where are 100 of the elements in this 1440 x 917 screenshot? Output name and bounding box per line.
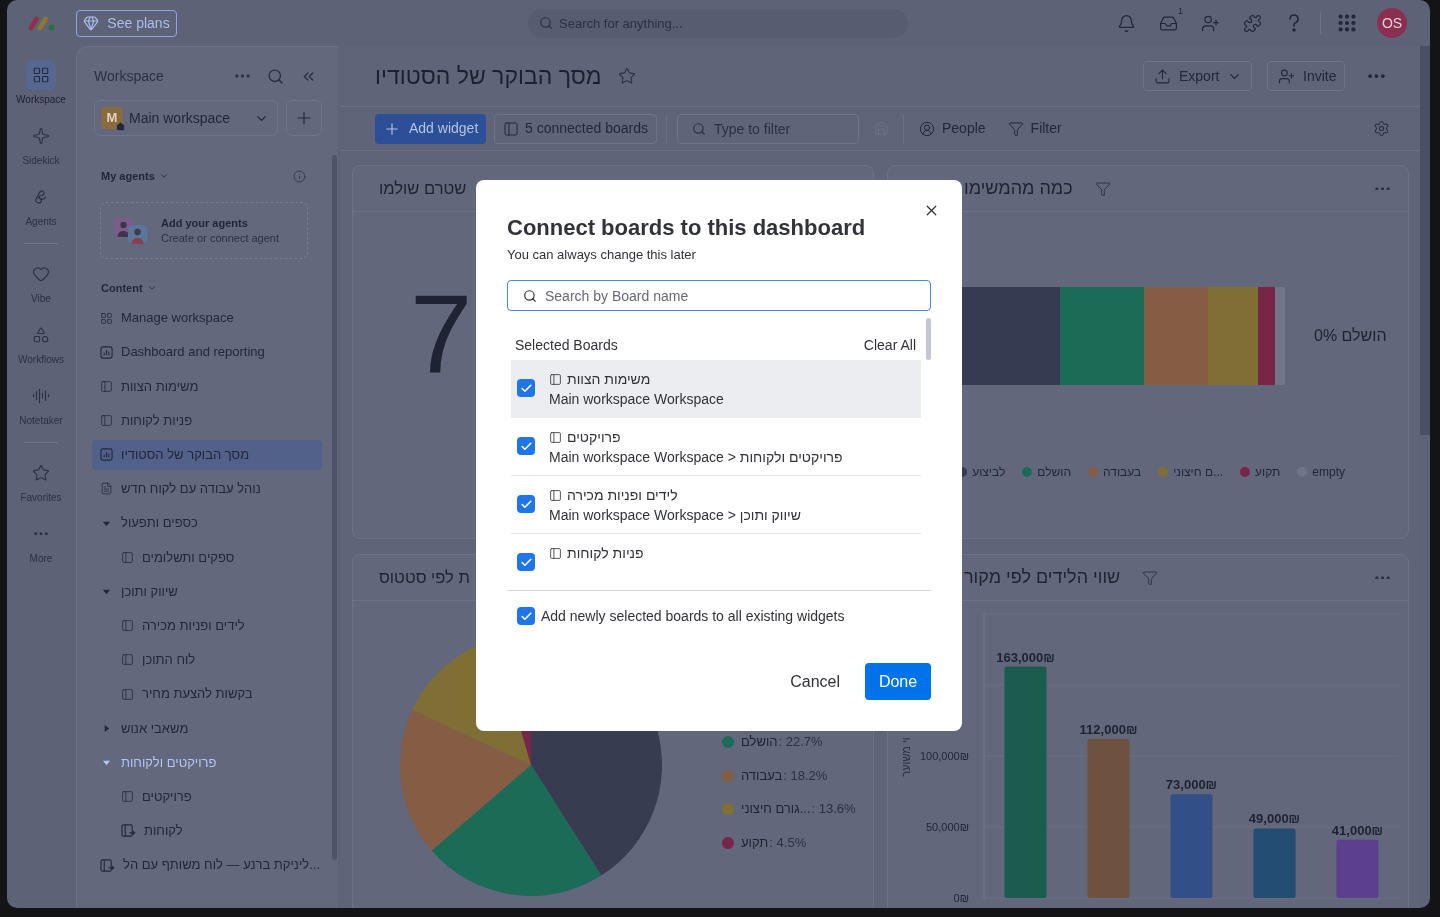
chevron-down-icon — [158, 171, 169, 181]
checkbox[interactable] — [517, 553, 535, 571]
add-widget-button[interactable]: Add widget — [375, 113, 486, 144]
folder-item[interactable]: כספים ותפעול — [92, 508, 322, 539]
heart-icon — [32, 265, 50, 283]
info-button[interactable] — [293, 169, 306, 183]
filter-button[interactable]: Filter — [1002, 118, 1067, 139]
board-icon — [100, 379, 113, 393]
workspace-dropdown[interactable]: M Main workspace — [94, 100, 279, 136]
see-plans-button[interactable]: See plans — [76, 9, 177, 37]
shared-board-icon — [100, 858, 115, 872]
checkmark-icon — [519, 497, 533, 511]
sidebar-item[interactable]: בקשות להצעת מחיר — [92, 679, 322, 710]
inbox-button[interactable]: 1 — [1152, 7, 1184, 39]
connected-boards-button[interactable]: 5 connected boards — [494, 113, 657, 144]
board-path: Main workspace Workspace > פרויקטים ולקוחות — [549, 448, 843, 467]
agents-section-toggle[interactable]: My agents — [101, 167, 169, 185]
board-icon — [121, 790, 134, 804]
puzzle-icon — [1242, 13, 1262, 33]
checkbox[interactable] — [517, 495, 535, 513]
rail-item[interactable]: Workspace — [8, 60, 74, 106]
audio-wave-icon — [32, 387, 50, 405]
logo-icon — [27, 15, 56, 31]
sidebar-item[interactable]: משימות הצוות — [92, 371, 322, 402]
legend-label: empty — [1312, 464, 1345, 481]
widget-menu-button[interactable] — [1375, 575, 1390, 580]
checkmark-icon — [519, 555, 533, 569]
more-icon — [1375, 186, 1390, 191]
widget-title: כמה מהמשימו — [964, 177, 1073, 200]
widget-title: שווי הלידים לפי מקור — [964, 566, 1121, 589]
board-row[interactable]: פניות לקוחות — [511, 534, 921, 575]
legend-label: גורם חיצוני... — [741, 800, 811, 819]
sidebar-item[interactable]: Manage workspace — [92, 303, 322, 333]
list-heading: Selected Boards — [515, 336, 618, 354]
widget-menu-button[interactable] — [1375, 186, 1390, 191]
chart-board-icon — [100, 448, 113, 462]
board-name: פרויקטים — [567, 428, 621, 447]
star-icon — [32, 464, 50, 482]
filter-icon — [1094, 180, 1111, 197]
star-icon — [617, 67, 636, 85]
legend-label: לביצוע — [972, 464, 1006, 481]
user-plus-icon — [1278, 67, 1295, 85]
sidebar-item[interactable]: ליניקת ברנע — לוח משותף עם הל... — [92, 850, 322, 880]
sidebar-item[interactable]: לוח התוכן — [92, 644, 322, 675]
metric-value: 7 — [410, 271, 473, 396]
add-button[interactable] — [286, 100, 322, 136]
chart-board-icon — [100, 345, 113, 359]
folder-item[interactable]: פרויקטים ולקוחות — [92, 747, 322, 778]
checkbox[interactable] — [517, 607, 535, 625]
board-icon — [100, 414, 113, 428]
person-icon — [919, 120, 935, 137]
notification-count: 1 — [1178, 6, 1183, 16]
sidebar-title: Workspace — [94, 66, 164, 86]
bar-value-label: 112,000₪ — [1079, 721, 1138, 737]
legend-value: : 13.6% — [811, 800, 856, 819]
widget-filter-button[interactable] — [1094, 180, 1111, 197]
filter-icon — [1142, 569, 1159, 586]
favorite-button[interactable] — [617, 67, 636, 85]
board-icon — [121, 550, 134, 564]
board-search-field[interactable]: Search by Board name — [507, 280, 931, 311]
export-button[interactable]: Export — [1143, 61, 1252, 91]
board-icon — [503, 120, 519, 137]
sidebar-item[interactable]: ספקים ותשלומים — [92, 542, 322, 573]
cancel-button[interactable]: Cancel — [774, 663, 856, 700]
widget-filter-button[interactable] — [1142, 569, 1159, 586]
board-icon — [121, 653, 134, 667]
sidebar-item[interactable]: לידים ופניות מכירה — [92, 610, 322, 641]
bar-value-label: 41,000₪ — [1331, 822, 1384, 838]
bar — [1253, 828, 1296, 898]
bar — [1336, 839, 1379, 898]
sidebar-item[interactable]: מסך הבוקר של הסטודיו — [92, 439, 322, 470]
folder-item[interactable]: שיווק ותוכן — [92, 576, 322, 607]
done-button[interactable]: Done — [865, 663, 931, 700]
sidebar-item[interactable]: פרויקטים — [92, 781, 322, 812]
board-icon — [549, 546, 562, 560]
legend-label: בעבודה — [741, 766, 783, 785]
user-avatar[interactable]: OS — [1377, 8, 1407, 38]
user-plus-icon — [1200, 13, 1220, 33]
people-button[interactable]: People — [914, 118, 991, 139]
folder-item[interactable]: משאבי אנוש — [92, 713, 322, 744]
checkmark-icon — [519, 439, 533, 453]
legend-label: הושלם — [1037, 464, 1071, 481]
filter-icon — [1007, 120, 1024, 137]
axis-tick-label: 0₪ — [953, 892, 969, 904]
invite-button[interactable]: Invite — [1267, 61, 1345, 91]
agents-card-title: Add your agents — [161, 215, 249, 231]
content-section-toggle[interactable]: Content — [101, 279, 157, 297]
clear-all-link[interactable]: Clear All — [863, 336, 916, 354]
sidebar-item[interactable]: לקוחות — [92, 815, 322, 846]
sidebar-item[interactable]: פניות לקוחות — [92, 405, 322, 436]
board-name: משימות הצוות — [567, 370, 651, 389]
board-row[interactable]: פרויקטים Main workspace Workspace > פרויקטים ולקוחות — [511, 418, 921, 476]
board-icon — [549, 488, 562, 502]
sidebar-item[interactable]: נוהל עבודה עם לקוח חדש — [92, 473, 322, 504]
upload-icon — [1154, 67, 1171, 85]
bell-icon — [1116, 13, 1136, 33]
checkbox[interactable] — [517, 379, 535, 397]
sidebar-item[interactable]: Dashboard and reporting — [92, 337, 322, 368]
checkbox[interactable] — [517, 437, 535, 455]
board-row[interactable]: לידים ופניות מכירה Main workspace Workspace > שיווק ותוכן — [511, 476, 921, 534]
